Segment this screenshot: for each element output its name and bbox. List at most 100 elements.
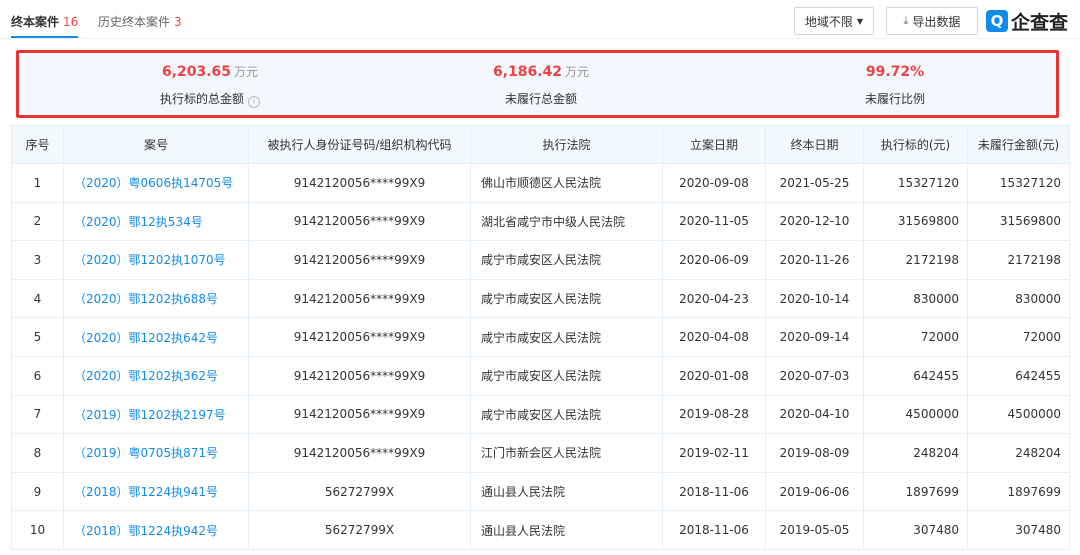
cell-case-no: （2020）鄂12执534号 [63, 201, 249, 242]
caret-down-icon: ▼ [856, 16, 864, 26]
cell-filing-date: 2020-04-08 [662, 317, 766, 357]
tab-history-final-cases[interactable]: 历史终本案件 3 [98, 13, 182, 30]
cell-unfulfilled-amount: 248204 [967, 433, 1070, 473]
cell-unfulfilled-amount: 31569800 [967, 201, 1070, 242]
total-target-value: 6,203.65 [161, 64, 232, 80]
cell-case-no: （2020）鄂1202执688号 [63, 278, 249, 319]
tab-final-cases-count: 16 [63, 15, 79, 29]
table-row: 5 （2020）鄂1202执642号 9142120056****99X9 咸宁市咸安… [11, 317, 1070, 357]
cell-court: 咸宁市咸安区人民法院 [470, 317, 663, 357]
cell-unfulfilled-amount: 307480 [967, 510, 1070, 550]
cell-court: 湖北省咸宁市中级人民法院 [470, 201, 663, 242]
summary-total-unfulfilled: 6,186.42 万元 未履行总金额 [421, 61, 661, 108]
unfulfilled-ratio-label: 未履行比例 [864, 92, 925, 106]
cell-case-no: （2020）鄂1202执1070号 [63, 240, 249, 280]
cell-filing-date: 2020-01-08 [662, 355, 766, 396]
table-row: 8 （2019）粤0705执871号 9142120056****99X9 江门市新会… [11, 433, 1070, 473]
cell-filing-date: 2018-11-06 [662, 471, 766, 512]
cell-id-code: 9142120056****99X9 [248, 433, 471, 473]
case-number-link[interactable]: （2020）鄂12执534号 [74, 215, 203, 229]
cell-unfulfilled-amount: 15327120 [967, 163, 1070, 203]
header-unfulfilled-amount: 未履行金额(元) [967, 125, 1070, 164]
cell-index: 1 [11, 163, 64, 203]
cell-target-amount: 72000 [863, 317, 968, 357]
summary-unfulfilled-ratio: 99.72% 未履行比例 [775, 61, 1015, 108]
unfulfilled-ratio-value: 99.72% [865, 64, 925, 80]
case-number-link[interactable]: （2019）鄂1202执2197号 [74, 408, 226, 422]
cell-case-no: （2019）鄂1202执2197号 [63, 394, 249, 435]
cell-case-no: （2020）鄂1202执362号 [63, 355, 249, 396]
tab-history-label: 历史终本案件 [98, 15, 171, 29]
cell-court: 咸宁市咸安区人民法院 [470, 394, 663, 435]
cell-id-code: 56272799X [248, 510, 471, 550]
case-number-link[interactable]: （2018）鄂1224执941号 [74, 485, 218, 499]
cell-filing-date: 2020-09-08 [662, 163, 766, 203]
tab-final-cases-label: 终本案件 [11, 15, 60, 29]
region-filter-dropdown[interactable]: 地域不限 ▼ [794, 7, 874, 35]
case-number-link[interactable]: （2020）鄂1202执362号 [74, 369, 218, 383]
region-filter-label: 地域不限 [804, 14, 853, 29]
cell-id-code: 9142120056****99X9 [248, 201, 471, 242]
cell-target-amount: 31569800 [863, 201, 968, 242]
cell-index: 5 [11, 317, 64, 357]
header-case-no: 案号 [63, 125, 249, 164]
case-number-link[interactable]: （2018）鄂1224执942号 [74, 524, 218, 538]
total-target-label-row: 执行标的总金额 i [90, 90, 330, 108]
table-row: 3 （2020）鄂1202执1070号 9142120056****99X9 咸宁市咸… [11, 240, 1070, 280]
cell-end-date: 2020-10-14 [765, 278, 864, 319]
cell-id-code: 9142120056****99X9 [248, 355, 471, 396]
cell-court: 江门市新会区人民法院 [470, 433, 663, 473]
cell-index: 3 [11, 240, 64, 280]
export-data-button[interactable]: ⤓ 导出数据 [886, 7, 978, 35]
cell-target-amount: 248204 [863, 433, 968, 473]
case-number-link[interactable]: （2019）粤0705执871号 [74, 446, 218, 460]
cell-end-date: 2021-05-25 [765, 163, 864, 203]
total-unfulfilled-value-row: 6,186.42 万元 [421, 61, 661, 83]
total-target-label: 执行标的总金额 [159, 92, 244, 106]
logo-text: 企查查 [1011, 11, 1069, 34]
table-row: 4 （2020）鄂1202执688号 9142120056****99X9 咸宁市咸安… [11, 278, 1070, 319]
cell-index: 6 [11, 355, 64, 396]
cell-id-code: 56272799X [248, 471, 471, 512]
cell-end-date: 2020-11-26 [765, 240, 864, 280]
total-target-value-row: 6,203.65 万元 [90, 61, 330, 83]
total-unfulfilled-value: 6,186.42 [492, 64, 563, 80]
cell-id-code: 9142120056****99X9 [248, 240, 471, 280]
logo-mark-icon: Q [986, 10, 1008, 32]
cell-court: 咸宁市咸安区人民法院 [470, 278, 663, 319]
cell-filing-date: 2020-04-23 [662, 278, 766, 319]
tab-history-count: 3 [174, 15, 182, 29]
download-icon: ⤓ [903, 14, 909, 27]
total-target-unit: 万元 [234, 65, 259, 79]
total-unfulfilled-unit: 万元 [565, 65, 590, 79]
case-number-link[interactable]: （2020）粤0606执14705号 [74, 176, 233, 190]
cell-filing-date: 2020-06-09 [662, 240, 766, 280]
cell-id-code: 9142120056****99X9 [248, 394, 471, 435]
cell-case-no: （2019）粤0705执871号 [63, 433, 249, 473]
summary-panel: 6,203.65 万元 执行标的总金额 i 6,186.42 万元 未履行总金额 99… [16, 50, 1059, 118]
summary-total-target: 6,203.65 万元 执行标的总金额 i [90, 61, 330, 108]
brand-logo: Q 企查查 [986, 8, 1068, 34]
cell-target-amount: 830000 [863, 278, 968, 319]
table-row: 6 （2020）鄂1202执362号 9142120056****99X9 咸宁市咸安… [11, 355, 1070, 396]
export-data-label: 导出数据 [912, 14, 961, 29]
cell-end-date: 2019-08-09 [765, 433, 864, 473]
case-number-link[interactable]: （2020）鄂1202执642号 [74, 331, 218, 345]
cell-court: 佛山市顺德区人民法院 [470, 163, 663, 203]
cell-court: 咸宁市咸安区人民法院 [470, 240, 663, 280]
header-court: 执行法院 [470, 125, 663, 164]
cell-id-code: 9142120056****99X9 [248, 317, 471, 357]
cell-filing-date: 2020-11-05 [662, 201, 766, 242]
info-icon[interactable]: i [248, 96, 260, 108]
tab-final-cases[interactable]: 终本案件 16 [11, 13, 79, 38]
cell-end-date: 2019-05-05 [765, 510, 864, 550]
cell-target-amount: 1897699 [863, 471, 968, 512]
cell-index: 8 [11, 433, 64, 473]
table-row: 2 （2020）鄂12执534号 9142120056****99X9 湖北省咸宁市中… [11, 201, 1070, 242]
table-header-row: 序号 案号 被执行人身份证号码/组织机构代码 执行法院 立案日期 终本日期 执行… [11, 125, 1070, 164]
cell-court: 通山县人民法院 [470, 510, 663, 550]
cell-index: 2 [11, 201, 64, 242]
case-number-link[interactable]: （2020）鄂1202执1070号 [74, 253, 226, 267]
case-number-link[interactable]: （2020）鄂1202执688号 [74, 292, 218, 306]
header-id-code: 被执行人身份证号码/组织机构代码 [248, 125, 471, 164]
